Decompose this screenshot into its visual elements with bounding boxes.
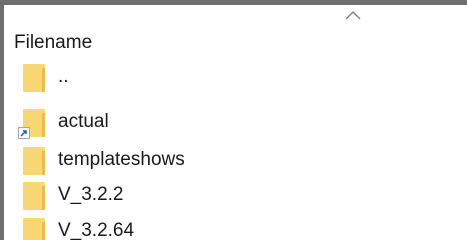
list-item-label: actual bbox=[58, 111, 109, 132]
list-item-templateshows[interactable]: templateshows bbox=[18, 145, 448, 177]
pane-top-border bbox=[0, 0, 467, 5]
shortcut-arrow-icon bbox=[18, 127, 30, 139]
filename-column-label: Filename bbox=[14, 32, 93, 53]
pane-left-border bbox=[0, 0, 4, 240]
filename-column-header[interactable]: Filename bbox=[14, 31, 314, 55]
folder-icon bbox=[18, 180, 52, 212]
list-item-actual[interactable]: actual bbox=[18, 107, 448, 139]
list-item-label: templateshows bbox=[58, 149, 185, 170]
folder-icon bbox=[18, 216, 52, 240]
list-item-label: .. bbox=[58, 66, 69, 87]
list-item-v-3-2-64[interactable]: V_3.2.64 bbox=[18, 216, 448, 240]
list-item-label: V_3.2.64 bbox=[58, 220, 135, 240]
list-item-parent-folder[interactable]: .. bbox=[18, 62, 448, 94]
list-item-label: V_3.2.2 bbox=[58, 184, 124, 205]
folder-icon bbox=[18, 145, 52, 177]
list-item-v-3-2-2[interactable]: V_3.2.2 bbox=[18, 180, 448, 212]
folder-shortcut-icon bbox=[18, 107, 52, 139]
file-browser-pane: Filename .. actual templateshows V_3.2.2… bbox=[0, 0, 467, 240]
chevron-up-icon[interactable] bbox=[345, 10, 361, 20]
folder-icon bbox=[18, 62, 52, 94]
